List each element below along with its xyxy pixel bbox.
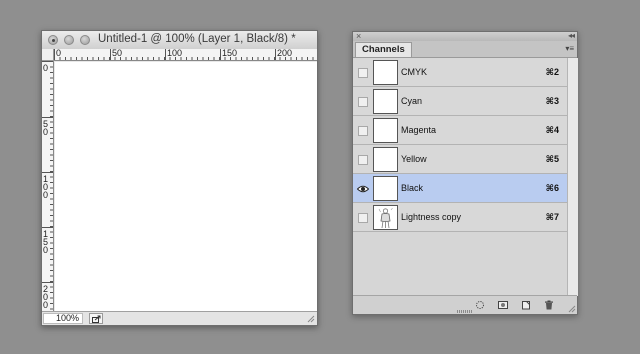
new-channel-icon[interactable] [521,300,531,310]
ruler-label: 150 [43,229,49,255]
figure-thumbnail-icon [378,207,393,229]
channel-list: CMYK ⌘2 Cyan ⌘3 Magenta ⌘4 Yellow ⌘5 Bla… [353,58,567,232]
vertical-ruler[interactable]: 0 50 100 150 200 [42,61,54,311]
ruler-major-tick [42,117,53,118]
ruler-label: 0 [43,63,49,73]
ruler-label: 0 [56,49,62,58]
ruler-origin[interactable] [42,49,54,61]
ruler-major-tick [42,61,53,62]
ruler-major-tick [42,282,53,283]
channel-shortcut: ⌘2 [545,67,559,77]
channel-shortcut: ⌘4 [545,125,559,135]
ruler-major-tick [220,49,221,60]
ruler-label: 100 [43,174,49,200]
ruler-major-tick [42,172,53,173]
channel-row-black[interactable]: Black ⌘6 [353,174,567,203]
document-window: Untitled-1 @ 100% (Layer 1, Black/8) * 0… [41,30,318,326]
channel-name: Magenta [401,125,437,135]
eye-icon [357,185,369,193]
tab-channels[interactable]: Channels [355,42,412,57]
zoom-level-field[interactable]: 100% [43,313,83,324]
ruler-major-tick [110,49,111,60]
ruler-label: 200 [43,284,49,310]
ruler-label: 50 [112,49,123,58]
channel-thumbnail [373,147,398,172]
ruler-major-tick [54,49,55,60]
document-titlebar[interactable]: Untitled-1 @ 100% (Layer 1, Black/8) * [42,31,317,50]
panel-resize-handle[interactable] [457,310,473,313]
ruler-label: 100 [167,49,183,58]
channel-thumbnail [373,60,398,85]
panel-close-icon[interactable]: × [356,31,361,41]
channel-name: Yellow [401,154,427,164]
share-button[interactable] [89,313,103,324]
channel-name: CMYK [401,67,428,77]
close-window-button[interactable] [48,35,58,45]
channel-row-cyan[interactable]: Cyan ⌘3 [353,87,567,116]
channels-panel: × ◂◂ Channels ▾≡ CMYK ⌘2 Cyan ⌘3 Magenta… [352,31,578,315]
ruler-major-tick [275,49,276,60]
document-status-bar: 100% [42,311,317,325]
channel-row-cmyk[interactable]: CMYK ⌘2 [353,58,567,87]
share-icon [92,315,101,323]
channel-thumbnail [373,89,398,114]
panel-menu-icon[interactable]: ▾≡ [565,44,574,53]
channel-row-lightness-copy[interactable]: Lightness copy ⌘7 [353,203,567,232]
ruler-label: 200 [277,49,293,58]
panel-footer [353,295,577,314]
ruler-label: 150 [222,49,238,58]
trash-icon[interactable] [544,300,554,310]
minimize-window-button[interactable] [64,35,74,45]
ruler-label: 50 [43,119,49,137]
save-selection-icon[interactable] [498,300,508,310]
zoom-window-button[interactable] [80,35,90,45]
channel-thumbnail [373,205,398,230]
channel-row-magenta[interactable]: Magenta ⌘4 [353,116,567,145]
channel-thumbnail [373,176,398,201]
channel-thumbnail [373,118,398,143]
channel-shortcut: ⌘3 [545,96,559,106]
ruler-major-tick [42,227,53,228]
channel-shortcut: ⌘6 [545,183,559,193]
document-canvas[interactable] [55,62,317,311]
visibility-toggle[interactable] [358,126,368,136]
resize-grip-icon[interactable] [567,304,576,313]
channel-name: Black [401,183,424,193]
channel-row-yellow[interactable]: Yellow ⌘5 [353,145,567,174]
panel-collapse-icon[interactable]: ◂◂ [568,31,575,41]
visibility-toggle[interactable] [358,68,368,78]
ruler-major-tick [165,49,166,60]
document-title: Untitled-1 @ 100% (Layer 1, Black/8) * [98,33,296,45]
channel-name: Lightness copy [401,212,462,222]
channel-name: Cyan [401,96,423,106]
visibility-toggle[interactable] [357,184,369,194]
load-selection-icon[interactable] [475,300,485,310]
channel-shortcut: ⌘7 [545,212,559,222]
visibility-toggle[interactable] [358,97,368,107]
resize-grip-icon[interactable] [306,314,315,323]
panel-scrollbar[interactable] [567,58,578,296]
channel-shortcut: ⌘5 [545,154,559,164]
panel-tab-row: Channels ▾≡ [353,41,577,58]
visibility-toggle[interactable] [358,155,368,165]
visibility-toggle[interactable] [358,213,368,223]
horizontal-ruler[interactable]: 0 50 100 150 200 [54,49,317,61]
